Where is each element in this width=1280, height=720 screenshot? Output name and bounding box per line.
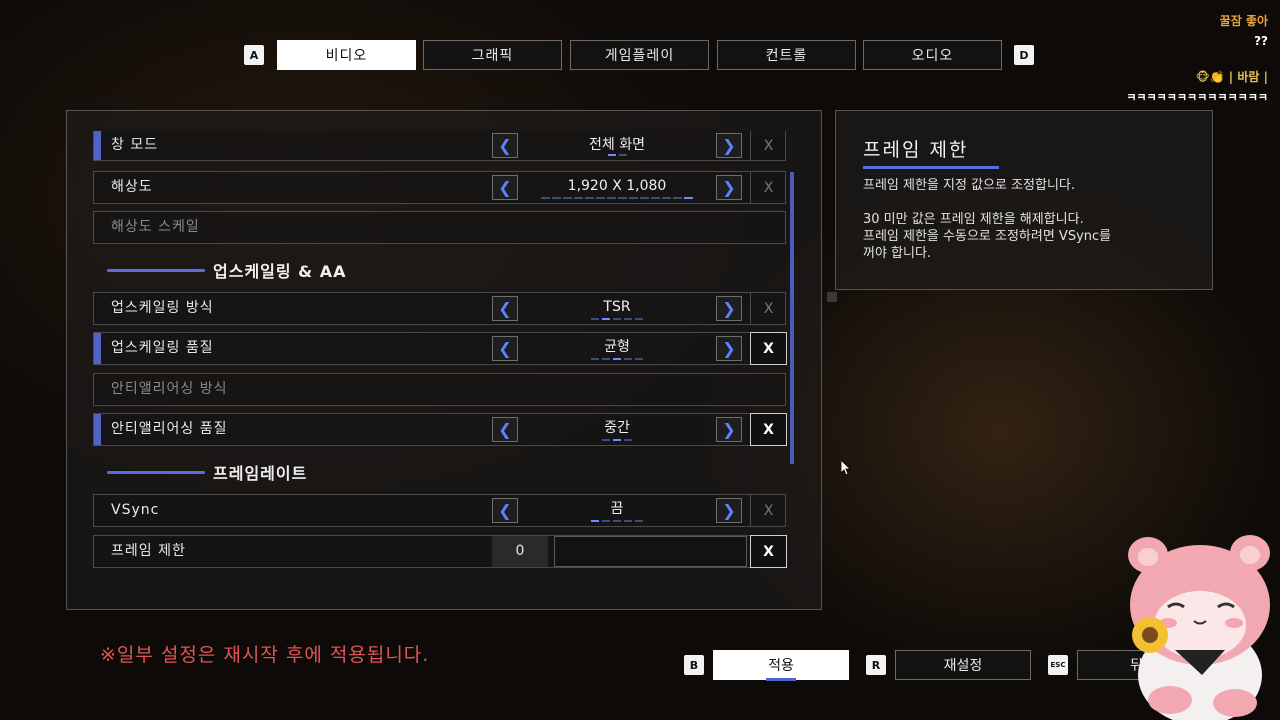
tab-controls[interactable]: 컨트롤: [717, 40, 856, 70]
chevron-left-icon[interactable]: ❮: [492, 175, 518, 200]
key-hint-r: R: [866, 655, 886, 675]
resize-handle: [827, 292, 837, 302]
scrollbar[interactable]: [790, 172, 794, 464]
chat-message: ??: [1254, 34, 1268, 48]
reset-button[interactable]: 재설정: [895, 650, 1031, 680]
chevron-left-icon[interactable]: ❮: [492, 498, 518, 523]
chevron-right-icon[interactable]: ❯: [716, 417, 742, 442]
chevron-right-icon[interactable]: ❯: [716, 296, 742, 321]
chevron-left-icon[interactable]: ❮: [492, 296, 518, 321]
info-line: 30 미만 값은 프레임 제한을 해제합니다.: [863, 212, 1084, 227]
setting-label: 해상도: [111, 179, 153, 195]
setting-resolution[interactable]: 해상도 ❮ 1,920 X 1,080 ❯ X: [93, 171, 786, 204]
setting-vsync[interactable]: VSync ❮ 끔 ❯ X: [93, 494, 786, 527]
chevron-right-icon[interactable]: ❯: [716, 175, 742, 200]
setting-aa-method: 안티앨리어싱 방식: [93, 373, 786, 406]
option-indicator: [524, 318, 710, 320]
section-bar: [107, 268, 205, 272]
tab-audio[interactable]: 오디오: [863, 40, 1002, 70]
setting-label: 안티앨리어싱 품질: [111, 421, 228, 437]
setting-label: VSync: [111, 502, 160, 518]
chevron-left-icon[interactable]: ❮: [492, 336, 518, 361]
setting-aa-quality[interactable]: 안티앨리어싱 품질 ❮ 중간 ❯ X: [93, 413, 787, 446]
selected-marker: [94, 131, 101, 160]
reset-x-button[interactable]: X: [750, 535, 787, 568]
chat-message: ㅋㅋㅋㅋㅋㅋㅋㅋㅋㅋㅋㅋㅋㅋ: [1126, 91, 1268, 104]
option-indicator: [524, 439, 710, 441]
option-indicator: [524, 520, 710, 522]
section-framerate-header: 프레임레이트: [107, 460, 307, 484]
setting-window-mode[interactable]: 창 모드 ❮ 전체 화면 ❯ X: [93, 131, 786, 161]
key-hint-a: A: [244, 45, 264, 65]
hamster-mascot-icon: [1128, 535, 1270, 720]
info-title: 프레임 제한: [863, 139, 969, 161]
selected-marker: [94, 333, 101, 364]
setting-label: 안티앨리어싱 방식: [111, 381, 228, 397]
setting-label: 업스케일링 방식: [111, 300, 214, 316]
option-indicator: [524, 154, 710, 156]
mouse-cursor-icon: [841, 460, 851, 476]
chat-username: 🐵👏 | 바람 |: [1195, 70, 1268, 84]
option-indicator: [524, 358, 710, 360]
key-hint-d: D: [1014, 45, 1034, 65]
setting-label: 업스케일링 품질: [111, 340, 214, 356]
chevron-right-icon[interactable]: ❯: [716, 498, 742, 523]
setting-label: 해상도 스케일: [111, 219, 200, 235]
info-description: 프레임 제한을 지정 값으로 조정합니다. 30 미만 값은 프레임 제한을 해…: [863, 177, 1193, 262]
reset-x-button[interactable]: X: [750, 413, 787, 446]
section-upscaling-header: 업스케일링 & AA: [107, 258, 346, 282]
reset-x-button[interactable]: X: [750, 172, 786, 203]
reset-x-button[interactable]: X: [750, 293, 786, 324]
tab-video[interactable]: 비디오: [277, 40, 416, 70]
reset-x-button[interactable]: X: [750, 332, 787, 365]
section-title: 업스케일링 & AA: [213, 262, 347, 281]
chevron-left-icon[interactable]: ❮: [492, 133, 518, 158]
frame-limit-value: 0: [492, 536, 548, 567]
section-title: 프레임레이트: [213, 464, 308, 483]
chat-username: 꿀잠 좋아: [1219, 14, 1268, 28]
chevron-right-icon[interactable]: ❯: [716, 336, 742, 361]
info-line: 프레임 제한을 수동으로 조정하려면 VSync를: [863, 229, 1112, 244]
reset-x-button[interactable]: X: [750, 495, 786, 526]
restart-notice: ※일부 설정은 재시작 후에 적용됩니다.: [100, 644, 430, 666]
info-line: 꺼야 합니다.: [863, 246, 932, 261]
tab-graphics[interactable]: 그래픽: [423, 40, 562, 70]
selected-marker: [94, 414, 101, 445]
apply-button[interactable]: 적용: [713, 650, 849, 681]
setting-upscaling-method[interactable]: 업스케일링 방식 ❮ TSR ❯ X: [93, 292, 786, 325]
info-panel: 프레임 제한 프레임 제한을 지정 값으로 조정합니다. 30 미만 값은 프레…: [835, 110, 1213, 290]
key-hint-esc: ESC: [1048, 655, 1068, 675]
chevron-right-icon[interactable]: ❯: [716, 133, 742, 158]
setting-frame-limit[interactable]: 프레임 제한 0 X: [93, 535, 787, 568]
frame-limit-input[interactable]: [554, 536, 747, 567]
chevron-left-icon[interactable]: ❮: [492, 417, 518, 442]
tab-gameplay[interactable]: 게임플레이: [570, 40, 709, 70]
setting-upscaling-quality[interactable]: 업스케일링 품질 ❮ 균형 ❯ X: [93, 332, 787, 365]
setting-resolution-scale: 해상도 스케일: [93, 211, 786, 244]
info-line: 프레임 제한을 지정 값으로 조정합니다.: [863, 178, 1076, 193]
option-indicator: [524, 197, 710, 199]
info-title-underline: [863, 166, 999, 169]
section-bar: [107, 470, 205, 474]
reset-x-button[interactable]: X: [750, 131, 786, 160]
key-hint-b: B: [684, 655, 704, 675]
setting-label: 창 모드: [111, 137, 159, 153]
setting-label: 프레임 제한: [111, 543, 186, 559]
